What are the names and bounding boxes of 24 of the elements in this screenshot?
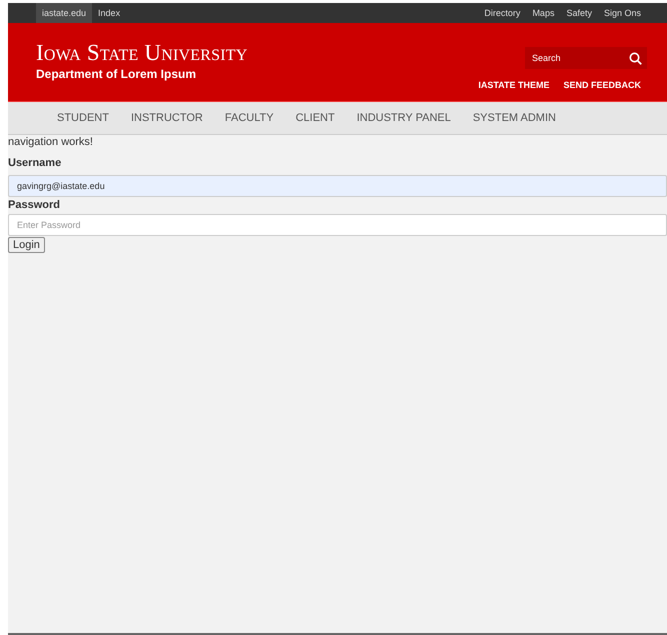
- login-button[interactable]: Login: [8, 237, 45, 253]
- nav-item[interactable]: CLIENT: [284, 112, 346, 124]
- nav-item[interactable]: INDUSTRY PANEL: [346, 112, 462, 124]
- search-field[interactable]: Search: [525, 47, 647, 69]
- department-name: Department of Lorem Ipsum: [36, 67, 198, 81]
- header-link[interactable]: SEND FEEDBACK: [563, 80, 641, 90]
- nav-item[interactable]: SYSTEM ADMIN: [462, 112, 567, 124]
- top-link[interactable]: Directory: [478, 3, 526, 23]
- top-link[interactable]: Maps: [526, 3, 560, 23]
- university-wordmark[interactable]: Iowa State University: [36, 41, 248, 65]
- search-icon[interactable]: [629, 52, 642, 64]
- top-link[interactable]: Safety: [560, 3, 598, 23]
- top-link[interactable]: Sign Ons: [598, 3, 647, 23]
- nav-item[interactable]: STUDENT: [46, 112, 120, 124]
- top-link[interactable]: Index: [92, 3, 126, 23]
- nav-item[interactable]: INSTRUCTOR: [120, 112, 214, 124]
- password-field[interactable]: Enter Password: [8, 214, 667, 236]
- nav-item[interactable]: FACULTY: [214, 112, 285, 124]
- field-label: Username: [8, 157, 62, 169]
- header-link[interactable]: IASTATE THEME: [478, 80, 550, 90]
- field-label: Password: [8, 199, 61, 211]
- username-field[interactable]: gavingrg@iastate.edu: [8, 175, 667, 197]
- status-message: navigation works!: [8, 136, 94, 148]
- top-link[interactable]: iastate.edu: [36, 3, 92, 23]
